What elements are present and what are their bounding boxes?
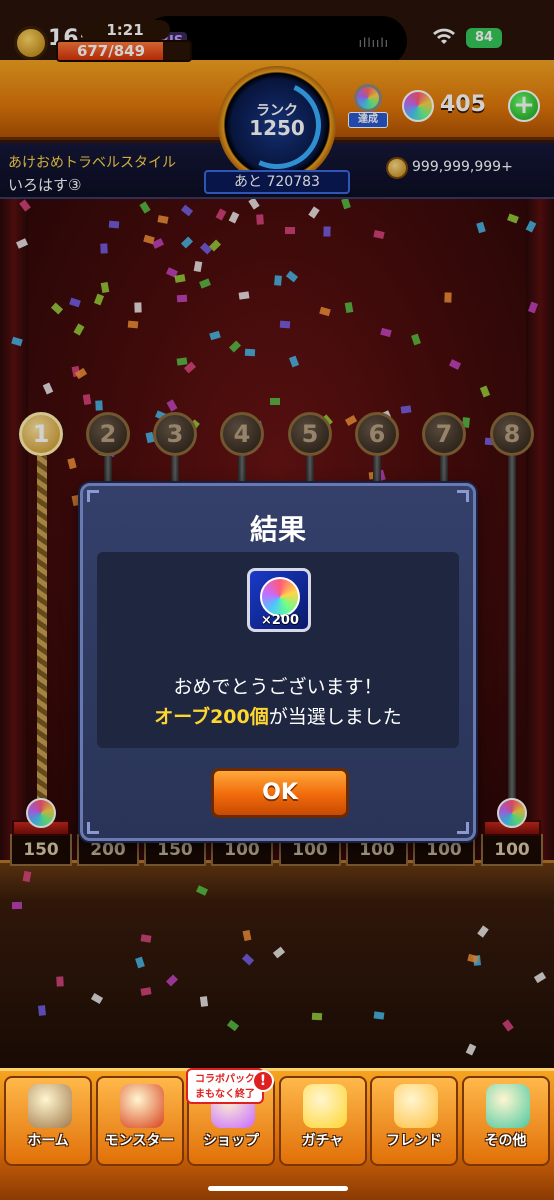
dialog-corner: [457, 822, 469, 834]
dialog-title: 結果: [249, 513, 306, 546]
nav-label: ガチャ: [301, 1133, 344, 1149]
reward-orb-icon: ×200: [247, 568, 311, 632]
game-screen: 11502200315041005100610071008100 16:20 R…: [0, 0, 554, 1200]
shop-badge-line2: まもなく終了: [195, 1089, 255, 1100]
shop-badge-line1: コラボパック: [195, 1074, 255, 1085]
nav-item-monster[interactable]: モンスター: [95, 1076, 184, 1166]
nav-label: フレンド: [386, 1133, 442, 1149]
gacha-icon: [302, 1084, 347, 1128]
result-highlight: オーブ200個: [154, 706, 269, 728]
nav-item-gacha[interactable]: ガチャ: [278, 1076, 367, 1166]
monster-icon: [119, 1084, 164, 1128]
home-icon: [28, 1084, 72, 1128]
nav-label: モンスター: [104, 1133, 175, 1149]
reward-quantity: ×200: [260, 613, 300, 628]
rainbow-orb-icon: [260, 577, 300, 617]
dialog-corner: [87, 822, 99, 834]
result-message: オーブ200個が当選しました: [83, 702, 473, 729]
result-message-rest: が当選しました: [268, 706, 402, 728]
nav-item-friend[interactable]: フレンド: [370, 1076, 458, 1166]
friend-icon: [394, 1084, 438, 1128]
dialog-corner: [87, 490, 99, 502]
home-indicator: [208, 1186, 348, 1191]
nav-item-home[interactable]: ホーム: [4, 1076, 92, 1166]
ok-button[interactable]: OK: [211, 768, 349, 818]
nav-label: ショップ: [203, 1133, 259, 1149]
nav-label: その他: [484, 1133, 527, 1149]
congrats-message: おめでとうございます！: [173, 676, 383, 698]
alert-icon: !: [252, 1070, 274, 1092]
result-dialog: 結果 ×200 おめでとうございます！ オーブ200個が当選しました OK: [80, 483, 476, 841]
nav-item-other[interactable]: その他: [461, 1076, 550, 1166]
nav-label: ホーム: [27, 1133, 69, 1149]
other-icon: [485, 1084, 530, 1128]
dialog-corner: [457, 490, 469, 502]
